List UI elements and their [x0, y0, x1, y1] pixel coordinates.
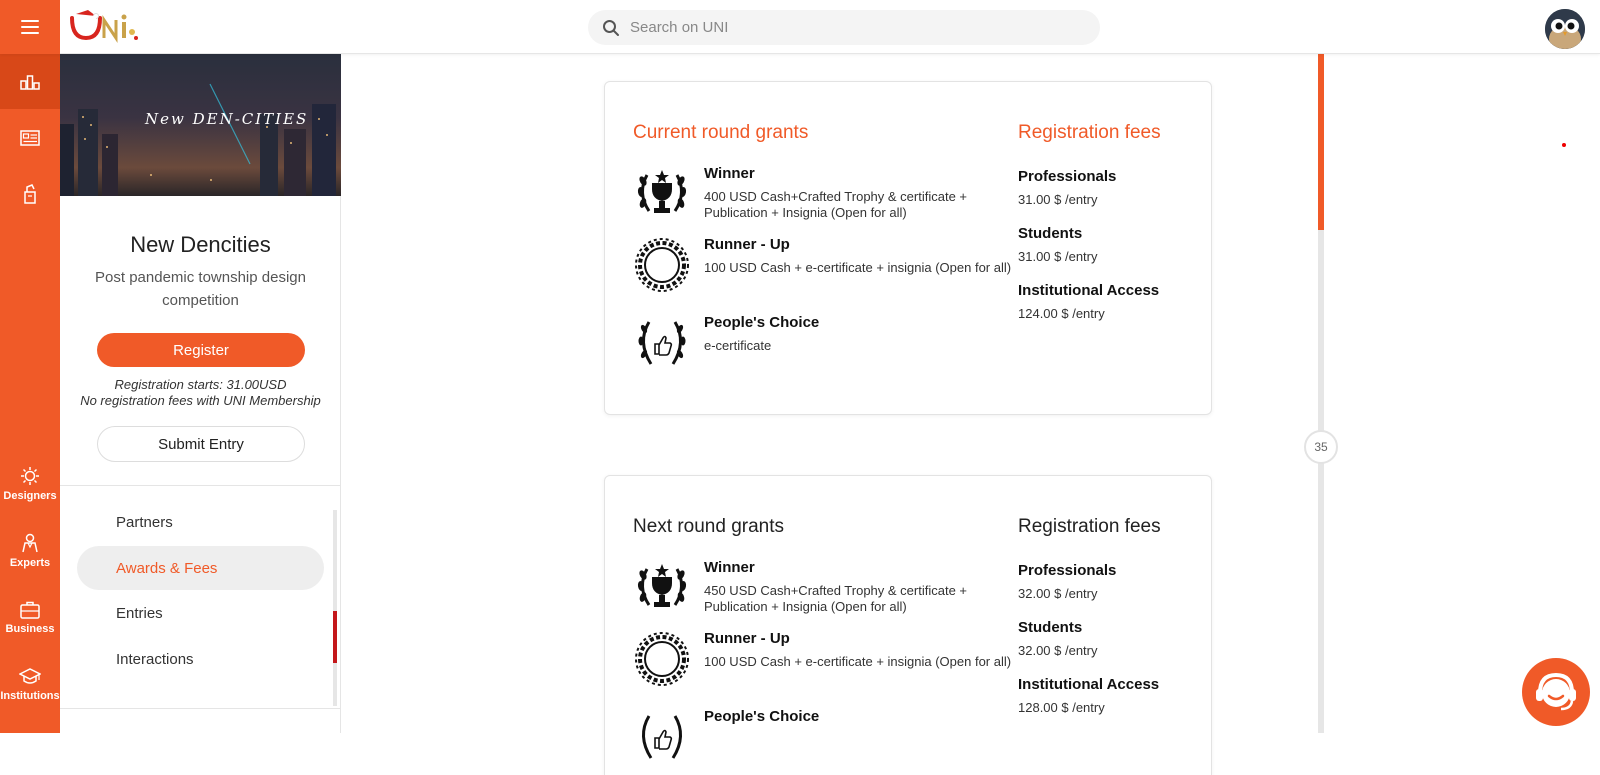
nav-item-partners[interactable]: Partners	[77, 500, 324, 544]
fee-value: 31.00 $ /entry	[1018, 192, 1098, 207]
fee-category: Professionals	[1018, 562, 1117, 579]
award-description: 100 USD Cash + e-certificate + insignia …	[704, 260, 1012, 275]
rail-document-button[interactable]	[0, 172, 60, 216]
panel-divider-bottom	[60, 708, 341, 709]
rail-designers-button[interactable]: Designers	[0, 456, 60, 512]
award-runner-up: Runner - Up 100 USD Cash + e-certificate…	[633, 630, 1013, 692]
fee-category: Institutional Access	[1018, 282, 1160, 299]
rail-business-button[interactable]: Business	[0, 590, 60, 646]
trophy-laurel-icon	[637, 564, 687, 607]
search-bar[interactable]	[588, 10, 1100, 45]
competition-title: New Dencities	[130, 232, 271, 257]
menu-icon	[21, 20, 39, 34]
rail-listing-button[interactable]	[0, 116, 60, 160]
fee-value: 124.00 $ /entry	[1018, 306, 1105, 321]
laurel-wreath-icon	[635, 238, 689, 292]
thumbs-up-laurel-icon	[638, 321, 686, 365]
competitions-icon	[20, 74, 40, 90]
rail-label-designers: Designers	[3, 490, 57, 502]
next-round-fees-title: Registration fees	[1018, 516, 1161, 537]
owl-avatar-icon	[1545, 9, 1585, 49]
search-icon	[603, 19, 619, 36]
support-chat-button[interactable]	[1522, 658, 1590, 726]
fee-professionals: Professionals 31.00 $ /entry	[1018, 168, 1198, 207]
registration-note: Registration starts: 31.00USD No registr…	[60, 377, 341, 409]
rail-competitions-button[interactable]	[0, 54, 60, 109]
panel-divider	[60, 485, 341, 486]
panel-scrollbar-track[interactable]	[333, 510, 337, 706]
current-round-grants-title: Current round grants	[633, 122, 809, 143]
nav-item-interactions[interactable]: Interactions	[77, 637, 324, 681]
fee-category: Students	[1018, 619, 1083, 636]
timeline-badge[interactable]: 35	[1304, 430, 1338, 464]
fee-students: Students 32.00 $ /entry	[1018, 619, 1198, 658]
award-name: Winner	[704, 559, 755, 576]
rail-label-experts: Experts	[9, 557, 51, 569]
hamburger-menu-button[interactable]	[0, 0, 60, 54]
award-name: Runner - Up	[704, 236, 790, 253]
fee-professionals: Professionals 32.00 $ /entry	[1018, 562, 1198, 601]
trophy-laurel-icon	[637, 170, 687, 213]
next-round-grants-title: Next round grants	[633, 516, 785, 537]
competition-subtitle: Post pandemic township design competitio…	[95, 269, 306, 309]
rail-institutions-button[interactable]: Institutions	[0, 657, 60, 713]
award-description: 100 USD Cash + e-certificate + insignia …	[704, 654, 1012, 669]
fee-category: Students	[1018, 225, 1083, 242]
award-description: 400 USD Cash+Crafted Trophy & certificat…	[704, 189, 968, 220]
institutions-icon	[19, 668, 41, 684]
fee-institutional-access: Institutional Access 124.00 $ /entry	[1018, 282, 1198, 321]
membership-note-text: No registration fees with UNI Membership	[80, 393, 321, 408]
fee-students: Students 31.00 $ /entry	[1018, 225, 1198, 264]
rail-experts-button[interactable]: Experts	[0, 523, 60, 579]
award-peoples-choice: People's Choice	[633, 708, 1013, 766]
award-name: People's Choice	[704, 314, 820, 331]
fee-value: 31.00 $ /entry	[1018, 249, 1098, 264]
fee-category: Professionals	[1018, 168, 1117, 185]
experts-icon	[22, 533, 38, 553]
designers-icon	[21, 467, 39, 485]
indicator-dot	[1562, 143, 1566, 147]
submit-entry-button[interactable]: Submit Entry	[97, 426, 305, 462]
competition-cover-image: New DEN-CITIES	[60, 54, 341, 196]
register-button[interactable]: Register	[97, 333, 305, 367]
nav-item-entries[interactable]: Entries	[77, 591, 324, 635]
award-winner: Winner 400 USD Cash+Crafted Trophy & cer…	[633, 165, 1013, 227]
headset-support-icon	[1536, 672, 1576, 711]
business-icon	[20, 601, 40, 619]
fee-institutional-access: Institutional Access 128.00 $ /entry	[1018, 676, 1198, 715]
competition-panel: New DEN-CITIES New Dencities Post pandem…	[60, 54, 341, 733]
award-runner-up: Runner - Up 100 USD Cash + e-certificate…	[633, 236, 1013, 298]
panel-scrollbar-thumb[interactable]	[333, 611, 337, 663]
award-name: People's Choice	[704, 708, 820, 725]
award-winner: Winner 450 USD Cash+Crafted Trophy & cer…	[633, 559, 1013, 621]
nav-item-awards-fees[interactable]: Awards & Fees	[77, 546, 324, 590]
registration-start-text: Registration starts: 31.00USD	[114, 377, 287, 392]
document-icon	[24, 184, 36, 204]
award-description: 450 USD Cash+Crafted Trophy & certificat…	[704, 583, 968, 614]
left-icon-rail: Designers Experts Business Institutions	[0, 54, 60, 733]
award-peoples-choice: People's Choice e-certificate	[633, 314, 1013, 372]
fee-value: 128.00 $ /entry	[1018, 700, 1105, 715]
search-input[interactable]	[630, 19, 1070, 36]
user-avatar[interactable]	[1545, 9, 1585, 49]
cover-title-text: New DEN-CITIES	[145, 110, 309, 128]
timeline-progress	[1318, 54, 1324, 230]
award-name: Runner - Up	[704, 630, 790, 647]
fee-value: 32.00 $ /entry	[1018, 643, 1098, 658]
rail-label-institutions: Institutions	[0, 690, 60, 702]
thumbs-up-laurel-icon	[642, 715, 682, 759]
uni-logo[interactable]	[66, 8, 142, 48]
rail-label-business: Business	[5, 623, 55, 635]
current-round-card: Current round grants Registration fees W…	[604, 81, 1212, 415]
fee-category: Institutional Access	[1018, 676, 1160, 693]
next-round-card: Next round grants Registration fees Winn…	[604, 475, 1212, 775]
award-description: e-certificate	[704, 338, 772, 353]
fee-value: 32.00 $ /entry	[1018, 586, 1098, 601]
listing-icon	[20, 130, 40, 146]
current-round-fees-title: Registration fees	[1018, 122, 1161, 143]
award-name: Winner	[704, 165, 755, 182]
top-bar	[0, 0, 1600, 54]
laurel-wreath-icon	[635, 632, 689, 686]
